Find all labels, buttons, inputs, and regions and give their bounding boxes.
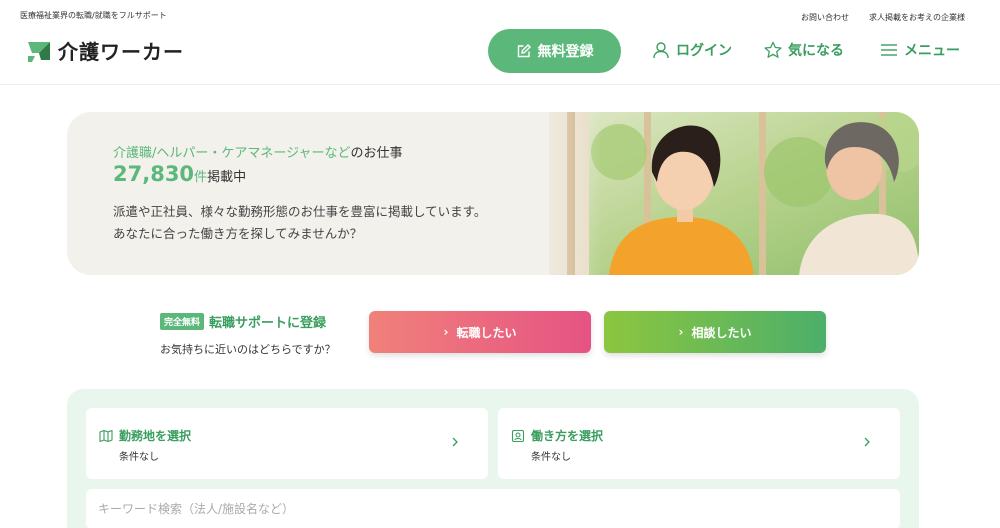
- hero-fade: [522, 112, 602, 275]
- chevron-right-icon: ›: [443, 325, 449, 339]
- job-count-number: 27,830: [113, 162, 195, 186]
- employer-link[interactable]: 求人掲載をお考えの企業様: [869, 12, 965, 23]
- hero-description-line2: あなたに合った働き方を探してみませんか？: [113, 226, 363, 241]
- support-title: 転職サポートに登録: [209, 316, 327, 331]
- favorite-button[interactable]: 気になる: [764, 40, 844, 60]
- hamburger-icon: [881, 44, 897, 56]
- contact-link[interactable]: お問い合わせ: [801, 12, 849, 23]
- register-button[interactable]: 無料登録: [488, 29, 621, 73]
- hero-photo: [549, 112, 919, 275]
- pencil-square-icon: [517, 44, 531, 58]
- register-label: 無料登録: [537, 44, 594, 60]
- work-style-select-value: 条件なし: [531, 452, 571, 463]
- hero-headline-suffix: のお仕事: [350, 146, 403, 161]
- keyword-search-input[interactable]: [86, 489, 900, 528]
- chevron-right-icon: [864, 437, 870, 447]
- location-select[interactable]: 勤務地を選択 条件なし: [86, 408, 488, 479]
- work-style-select-label: 働き方を選択: [531, 429, 604, 443]
- job-count-suffix: 掲載中: [207, 170, 247, 185]
- hero-headline: 介護職/ヘルパー・ケアマネージャーなどのお仕事: [113, 142, 403, 161]
- change-job-button[interactable]: › 転職したい: [369, 311, 591, 353]
- logo-text: 介護ワーカー: [58, 40, 184, 64]
- menu-button[interactable]: メニュー: [880, 40, 960, 60]
- location-select-label: 勤務地を選択: [119, 429, 192, 443]
- consult-button[interactable]: › 相談したい: [604, 311, 826, 353]
- hero-headline-prefix: 介護職/ヘルパー・ケアマネージャーなど: [113, 146, 351, 161]
- site-logo[interactable]: 介護ワーカー: [26, 36, 184, 65]
- menu-label: メニュー: [904, 43, 960, 59]
- favorite-label: 気になる: [788, 43, 844, 59]
- hero-description-line1: 派遣や正社員、様々な勤務形態のお仕事を豊富に掲載しています。: [113, 204, 487, 219]
- support-subtitle: お気持ちに近いのはどちらですか？: [160, 343, 336, 356]
- map-icon: [99, 429, 113, 443]
- user-icon: [653, 42, 669, 59]
- site-header: 医療福祉業界の転職/就職をフルサポート お問い合わせ 求人掲載をお考えの企業様 …: [0, 0, 1000, 85]
- logo-mark-icon: [28, 41, 50, 62]
- chevron-right-icon: ›: [678, 325, 684, 339]
- hero-banner: 介護職/ヘルパー・ケアマネージャーなどのお仕事 27,830 件 掲載中 派遣や…: [67, 112, 919, 275]
- search-panel: 勤務地を選択 条件なし 働き方を選択 条件なし: [67, 389, 919, 528]
- work-style-select[interactable]: 働き方を選択 条件なし: [498, 408, 900, 479]
- consult-label: 相談したい: [691, 325, 752, 340]
- header-tagline: 医療福祉業界の転職/就職をフルサポート: [20, 11, 167, 20]
- chevron-right-icon: [452, 437, 458, 447]
- star-icon: [764, 41, 782, 58]
- support-intro: 完全無料 転職サポートに登録 お気持ちに近いのはどちらですか？: [160, 311, 336, 357]
- id-card-icon: [511, 429, 525, 443]
- login-label: ログイン: [676, 43, 732, 59]
- login-button[interactable]: ログイン: [652, 40, 732, 60]
- job-count-unit: 件: [194, 170, 208, 185]
- change-job-label: 転職したい: [456, 325, 517, 340]
- job-count: 27,830 件 掲載中: [113, 162, 246, 186]
- free-badge: 完全無料: [160, 313, 205, 330]
- location-select-value: 条件なし: [119, 452, 159, 463]
- top-links: お問い合わせ 求人掲載をお考えの企業様: [801, 12, 965, 23]
- hero-description: 派遣や正社員、様々な勤務形態のお仕事を豊富に掲載しています。 あなたに合った働き…: [113, 201, 486, 245]
